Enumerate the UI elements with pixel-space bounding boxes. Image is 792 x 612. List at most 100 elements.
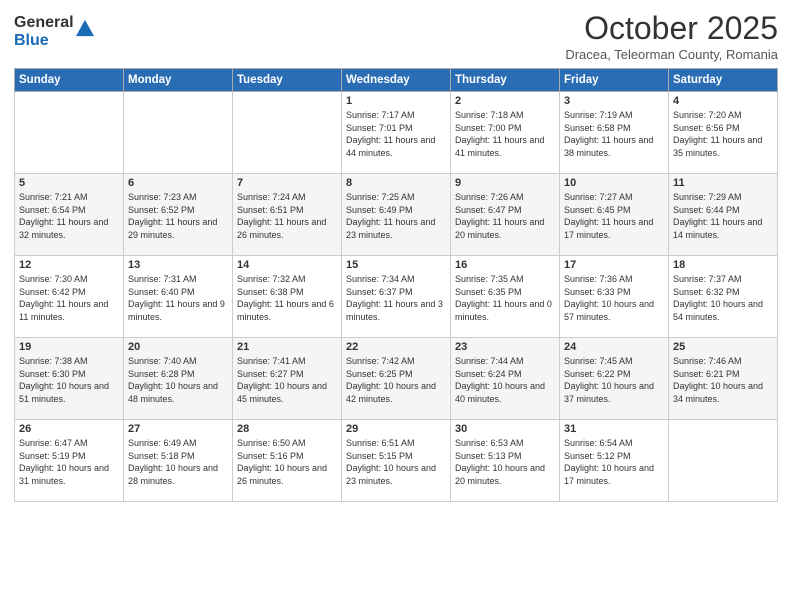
calendar-table: Sunday Monday Tuesday Wednesday Thursday… (14, 68, 778, 502)
day-number: 24 (564, 341, 664, 353)
day-info: Sunrise: 7:46 AM Sunset: 6:21 PM Dayligh… (673, 355, 773, 405)
calendar-cell (233, 92, 342, 174)
day-info: Sunrise: 7:18 AM Sunset: 7:00 PM Dayligh… (455, 109, 555, 159)
day-info: Sunrise: 7:45 AM Sunset: 6:22 PM Dayligh… (564, 355, 664, 405)
page: General Blue October 2025 Dracea, Teleor… (0, 0, 792, 612)
logo-blue: Blue (14, 32, 74, 50)
col-monday: Monday (124, 69, 233, 92)
day-number: 14 (237, 259, 337, 271)
header: General Blue October 2025 Dracea, Teleor… (14, 10, 778, 62)
calendar-cell: 29Sunrise: 6:51 AM Sunset: 5:15 PM Dayli… (342, 420, 451, 502)
day-info: Sunrise: 7:36 AM Sunset: 6:33 PM Dayligh… (564, 273, 664, 323)
day-info: Sunrise: 7:21 AM Sunset: 6:54 PM Dayligh… (19, 191, 119, 241)
day-number: 6 (128, 177, 228, 189)
day-number: 1 (346, 95, 446, 107)
day-info: Sunrise: 7:38 AM Sunset: 6:30 PM Dayligh… (19, 355, 119, 405)
calendar-week-3: 12 Sunrise: 7:30 AM Sunset: 6:42 PM Dayli… (15, 256, 778, 338)
day-number: 18 (673, 259, 773, 271)
day-number: 15 (346, 259, 446, 271)
day-info: Sunrise: 7:25 AM Sunset: 6:49 PM Dayligh… (346, 191, 446, 241)
day-info: Sunrise: 7:27 AM Sunset: 6:45 PM Dayligh… (564, 191, 664, 241)
calendar-cell: 21Sunrise: 7:41 AM Sunset: 6:27 PM Dayli… (233, 338, 342, 420)
logo-text: General Blue (14, 14, 74, 49)
calendar-cell: 12 Sunrise: 7:30 AM Sunset: 6:42 PM Dayli… (15, 256, 124, 338)
calendar-cell: 27Sunrise: 6:49 AM Sunset: 5:18 PM Dayli… (124, 420, 233, 502)
col-thursday: Thursday (451, 69, 560, 92)
month-title: October 2025 (565, 10, 778, 47)
logo: General Blue (14, 14, 94, 49)
day-info: Sunrise: 7:34 AM Sunset: 6:37 PM Dayligh… (346, 273, 446, 323)
day-info: Sunrise: 7:42 AM Sunset: 6:25 PM Dayligh… (346, 355, 446, 405)
day-number: 28 (237, 423, 337, 435)
day-info: Sunrise: 7:20 AM Sunset: 6:56 PM Dayligh… (673, 109, 773, 159)
calendar-cell: 1 Sunrise: 7:17 AM Sunset: 7:01 PM Daylig… (342, 92, 451, 174)
day-info: Sunrise: 7:32 AM Sunset: 6:38 PM Dayligh… (237, 273, 337, 323)
day-number: 4 (673, 95, 773, 107)
calendar-cell: 24 Sunrise: 7:45 AM Sunset: 6:22 PM Dayli… (560, 338, 669, 420)
day-info: Sunrise: 7:29 AM Sunset: 6:44 PM Dayligh… (673, 191, 773, 241)
calendar-cell: 31 Sunrise: 6:54 AM Sunset: 5:12 PM Dayli… (560, 420, 669, 502)
calendar-cell: 10 Sunrise: 7:27 AM Sunset: 6:45 PM Dayli… (560, 174, 669, 256)
calendar-cell: 11 Sunrise: 7:29 AM Sunset: 6:44 PM Dayli… (669, 174, 778, 256)
calendar-cell: 16Sunrise: 7:35 AM Sunset: 6:35 PM Dayli… (451, 256, 560, 338)
calendar-week-2: 5 Sunrise: 7:21 AM Sunset: 6:54 PM Daylig… (15, 174, 778, 256)
day-number: 25 (673, 341, 773, 353)
day-number: 7 (237, 177, 337, 189)
day-number: 23 (455, 341, 555, 353)
day-info: Sunrise: 6:54 AM Sunset: 5:12 PM Dayligh… (564, 437, 664, 487)
day-number: 27 (128, 423, 228, 435)
calendar-cell: 6 Sunrise: 7:23 AM Sunset: 6:52 PM Daylig… (124, 174, 233, 256)
calendar-cell: 9Sunrise: 7:26 AM Sunset: 6:47 PM Daylig… (451, 174, 560, 256)
day-number: 10 (564, 177, 664, 189)
day-info: Sunrise: 7:37 AM Sunset: 6:32 PM Dayligh… (673, 273, 773, 323)
calendar-cell: 13Sunrise: 7:31 AM Sunset: 6:40 PM Dayli… (124, 256, 233, 338)
day-info: Sunrise: 7:31 AM Sunset: 6:40 PM Dayligh… (128, 273, 228, 323)
day-info: Sunrise: 7:19 AM Sunset: 6:58 PM Dayligh… (564, 109, 664, 159)
day-number: 17 (564, 259, 664, 271)
calendar-week-4: 19Sunrise: 7:38 AM Sunset: 6:30 PM Dayli… (15, 338, 778, 420)
calendar-cell (15, 92, 124, 174)
day-number: 2 (455, 95, 555, 107)
calendar-cell: 4 Sunrise: 7:20 AM Sunset: 6:56 PM Daylig… (669, 92, 778, 174)
calendar-cell: 15 Sunrise: 7:34 AM Sunset: 6:37 PM Dayli… (342, 256, 451, 338)
calendar-cell: 25 Sunrise: 7:46 AM Sunset: 6:21 PM Dayli… (669, 338, 778, 420)
day-number: 11 (673, 177, 773, 189)
day-number: 12 (19, 259, 119, 271)
calendar-cell: 28 Sunrise: 6:50 AM Sunset: 5:16 PM Dayli… (233, 420, 342, 502)
col-sunday: Sunday (15, 69, 124, 92)
calendar-cell: 8Sunrise: 7:25 AM Sunset: 6:49 PM Daylig… (342, 174, 451, 256)
col-tuesday: Tuesday (233, 69, 342, 92)
day-number: 5 (19, 177, 119, 189)
calendar-cell (669, 420, 778, 502)
col-wednesday: Wednesday (342, 69, 451, 92)
calendar-cell: 7Sunrise: 7:24 AM Sunset: 6:51 PM Daylig… (233, 174, 342, 256)
calendar-cell: 5 Sunrise: 7:21 AM Sunset: 6:54 PM Daylig… (15, 174, 124, 256)
calendar-cell: 22 Sunrise: 7:42 AM Sunset: 6:25 PM Dayli… (342, 338, 451, 420)
day-info: Sunrise: 6:50 AM Sunset: 5:16 PM Dayligh… (237, 437, 337, 487)
calendar-cell: 23Sunrise: 7:44 AM Sunset: 6:24 PM Dayli… (451, 338, 560, 420)
location-subtitle: Dracea, Teleorman County, Romania (565, 47, 778, 62)
calendar-week-5: 26 Sunrise: 6:47 AM Sunset: 5:19 PM Dayli… (15, 420, 778, 502)
calendar-cell: 17 Sunrise: 7:36 AM Sunset: 6:33 PM Dayli… (560, 256, 669, 338)
day-number: 26 (19, 423, 119, 435)
day-number: 22 (346, 341, 446, 353)
title-block: October 2025 Dracea, Teleorman County, R… (565, 10, 778, 62)
calendar-header: Sunday Monday Tuesday Wednesday Thursday… (15, 69, 778, 92)
day-info: Sunrise: 6:51 AM Sunset: 5:15 PM Dayligh… (346, 437, 446, 487)
day-number: 3 (564, 95, 664, 107)
calendar-cell: 20Sunrise: 7:40 AM Sunset: 6:28 PM Dayli… (124, 338, 233, 420)
logo-general: General (14, 14, 74, 32)
day-info: Sunrise: 7:26 AM Sunset: 6:47 PM Dayligh… (455, 191, 555, 241)
day-number: 21 (237, 341, 337, 353)
calendar-cell: 30Sunrise: 6:53 AM Sunset: 5:13 PM Dayli… (451, 420, 560, 502)
calendar-cell: 18 Sunrise: 7:37 AM Sunset: 6:32 PM Dayli… (669, 256, 778, 338)
day-number: 30 (455, 423, 555, 435)
calendar-body: 1 Sunrise: 7:17 AM Sunset: 7:01 PM Daylig… (15, 92, 778, 502)
day-info: Sunrise: 6:47 AM Sunset: 5:19 PM Dayligh… (19, 437, 119, 487)
day-info: Sunrise: 7:30 AM Sunset: 6:42 PM Dayligh… (19, 273, 119, 323)
day-number: 31 (564, 423, 664, 435)
day-info: Sunrise: 7:17 AM Sunset: 7:01 PM Dayligh… (346, 109, 446, 159)
calendar-cell: 26 Sunrise: 6:47 AM Sunset: 5:19 PM Dayli… (15, 420, 124, 502)
day-number: 20 (128, 341, 228, 353)
day-info: Sunrise: 7:23 AM Sunset: 6:52 PM Dayligh… (128, 191, 228, 241)
